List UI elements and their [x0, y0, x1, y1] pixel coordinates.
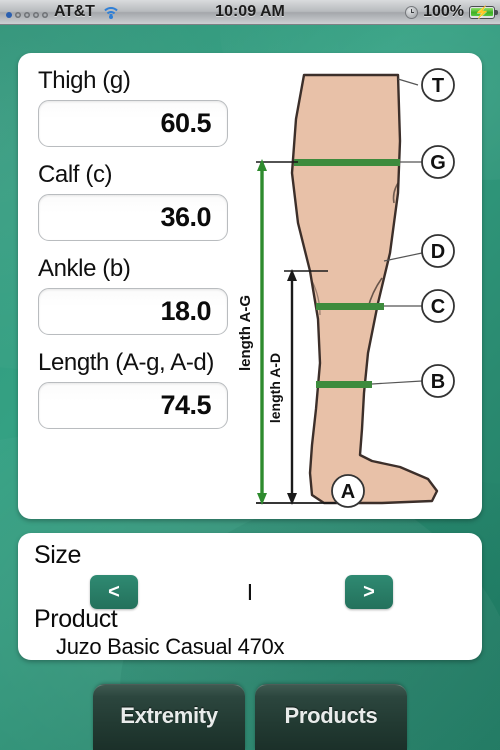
leg-measurement-diagram: length A-G length A-D T G D C B A — [232, 63, 476, 509]
measurements-form: Thigh (g) 60.5 Calf (c) 36.0 Ankle (b) 1… — [32, 67, 228, 443]
svg-text:T: T — [432, 75, 444, 97]
tab-extremity[interactable]: Extremity — [93, 684, 245, 750]
marker-a: A — [331, 474, 365, 508]
field-calf: Calf (c) 36.0 — [32, 161, 228, 241]
svg-text:A: A — [341, 481, 355, 503]
tab-bar: Extremity Products — [0, 684, 500, 750]
field-thigh: Thigh (g) 60.5 — [32, 67, 228, 147]
band-c — [316, 303, 384, 310]
tab-products[interactable]: Products — [255, 684, 407, 750]
field-ankle: Ankle (b) 18.0 — [32, 255, 228, 335]
measurements-card: Thigh (g) 60.5 Calf (c) 36.0 Ankle (b) 1… — [18, 53, 482, 519]
length-ag-arrow — [257, 159, 267, 505]
thigh-input[interactable]: 60.5 — [38, 100, 228, 147]
marker-d: D — [421, 234, 455, 268]
length-input[interactable]: 74.5 — [38, 382, 228, 429]
field-label-length: Length (A-g, A-d) — [38, 349, 214, 376]
product-value[interactable]: Juzo Basic Casual 470x — [56, 634, 285, 660]
marker-b: B — [421, 364, 455, 398]
size-value: I — [246, 578, 254, 605]
leg-silhouette — [290, 73, 439, 505]
field-label-calf: Calf (c) — [38, 161, 113, 188]
calf-input[interactable]: 36.0 — [38, 194, 228, 241]
ankle-input[interactable]: 18.0 — [38, 288, 228, 335]
svg-text:B: B — [431, 371, 445, 393]
length-ad-label: length A-D — [267, 353, 283, 423]
length-ag-label: length A-G — [237, 295, 254, 371]
svg-text:D: D — [431, 241, 445, 263]
size-label: Size — [34, 541, 82, 569]
size-next-button[interactable]: > — [345, 575, 393, 609]
band-g — [294, 159, 400, 166]
alarm-clock-icon — [405, 5, 419, 19]
field-label-thigh: Thigh (g) — [38, 67, 131, 94]
field-length: Length (A-g, A-d) 74.5 — [32, 349, 228, 429]
marker-g: G — [421, 145, 455, 179]
length-ad-arrow — [287, 269, 297, 505]
band-b — [316, 381, 372, 388]
product-label: Product — [34, 605, 118, 633]
status-bar-clock: 10:09 AM — [215, 3, 285, 20]
status-bar: AT&T 10:09 AM 100% ⚡ — [0, 0, 500, 25]
marker-c: C — [421, 289, 455, 323]
battery-charging-icon: ⚡ — [469, 5, 498, 19]
size-product-card: Size < I > Product Juzo Basic Casual 470… — [18, 533, 482, 660]
field-label-ankle: Ankle (b) — [38, 255, 131, 282]
marker-t: T — [421, 68, 455, 102]
svg-text:C: C — [431, 296, 445, 318]
svg-text:G: G — [430, 152, 446, 174]
